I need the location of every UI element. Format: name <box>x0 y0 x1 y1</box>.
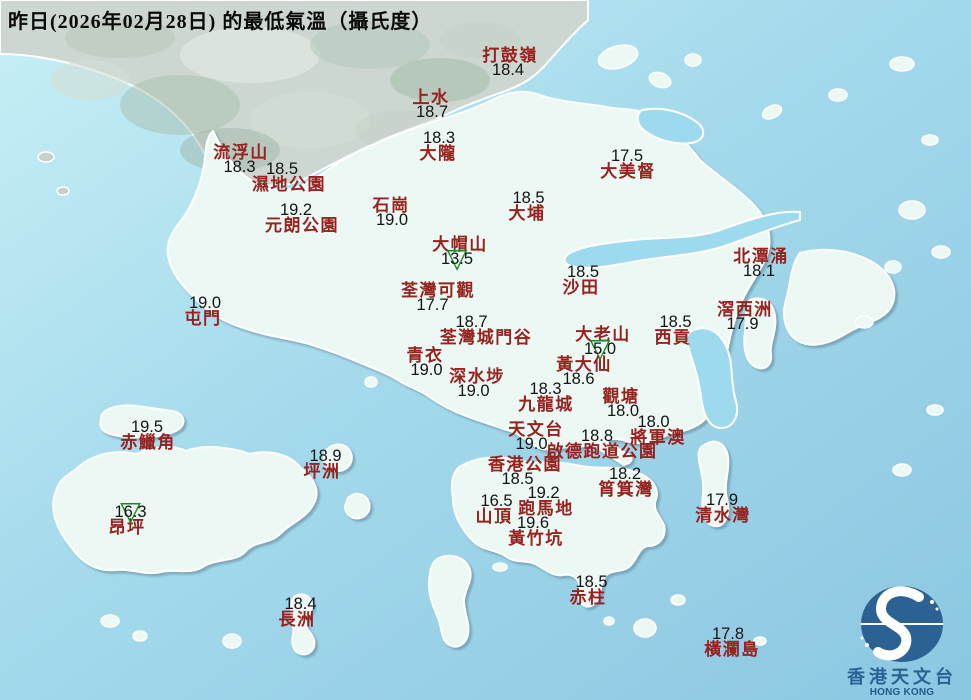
station-value: 17.7 <box>416 296 449 314</box>
station-name: 沙田 <box>562 278 600 297</box>
station-value: 18.8 <box>580 427 614 445</box>
station-value: 19.0 <box>188 294 222 312</box>
station-name: 大美督 <box>600 162 656 181</box>
station-name: 屯門 <box>184 309 222 328</box>
hko-logo-icon <box>860 586 943 662</box>
weather-station: 19.2 跑馬地 <box>518 485 574 517</box>
station-value: 17.8 <box>711 625 745 643</box>
hko-temperature-map: 昨日(2026年02月28日) 的最低氣溫（攝氏度） 打鼓嶺 18.4 上水 18.7… <box>0 0 971 700</box>
station-value: 19.0 <box>457 382 490 400</box>
weather-station: 19.2 元朗公園 <box>265 202 339 235</box>
weather-station: 深水埗 19.0 <box>449 368 505 399</box>
station-value: 18.5 <box>575 573 608 591</box>
weather-station: 18.2 筲箕灣 <box>598 465 654 499</box>
station-name: 啟德跑道公園 <box>546 442 658 461</box>
station-value: 19.2 <box>279 201 313 219</box>
hko-logo-english: HONG KONG OBSERVATORY <box>863 687 940 700</box>
weather-station: 19.5 赤鱲角 <box>120 418 176 452</box>
station-value: ▽ 13.5 <box>440 243 474 275</box>
stations-layer: 打鼓嶺 18.4 上水 18.7 18.3 大隴 17.5 大美督 流浮山 18.3 18.5 濕地公… <box>0 0 971 700</box>
station-name: 清水灣 <box>695 506 751 525</box>
station-name: 大埔 <box>508 204 546 223</box>
weather-station: 17.8 橫瀾島 <box>704 626 760 659</box>
station-value: 18.7 <box>415 103 449 121</box>
weather-station: 大帽山 ▽ 13.5 <box>432 236 488 273</box>
station-name: 坪洲 <box>303 462 341 481</box>
weather-station: 17.5 大美督 <box>600 147 656 181</box>
station-value: ▽ 16.3 <box>114 496 147 528</box>
station-value: 18.1 <box>742 262 776 280</box>
station-name: 濕地公園 <box>252 175 326 194</box>
station-name: 九龍城 <box>518 395 574 414</box>
station-value: 17.9 <box>705 491 739 509</box>
station-value: 18.4 <box>491 61 525 79</box>
weather-station: 青衣 19.0 <box>407 347 444 379</box>
station-value: 18.3 <box>422 129 456 147</box>
weather-station: 18.7 荃灣城門谷 <box>439 314 533 347</box>
station-value: 19.0 <box>375 211 409 229</box>
weather-station: 上水 18.7 <box>413 89 450 121</box>
station-name: 荃灣城門谷 <box>439 328 533 347</box>
station-value: 17.5 <box>610 147 644 165</box>
station-value: 19.0 <box>410 361 443 379</box>
hko-logo: 香港天文台 HONG KONG OBSERVATORY <box>832 582 971 700</box>
station-value: 18.9 <box>309 447 342 465</box>
station-value: 18.7 <box>455 313 488 331</box>
station-value: 19.5 <box>130 418 164 436</box>
station-name: 筲箕灣 <box>598 480 654 499</box>
weather-station: 18.3 大隴 <box>419 129 457 163</box>
weather-station: 18.5 濕地公園 <box>252 161 326 194</box>
weather-station: 19.0 屯門 <box>184 294 222 328</box>
station-name: 元朗公園 <box>265 216 339 235</box>
station-value: 19.6 <box>516 514 550 532</box>
weather-station: 香港公園 18.5 <box>488 456 562 487</box>
station-name: 橫瀾島 <box>704 640 760 659</box>
weather-station: 18.5 西貢 <box>654 313 692 347</box>
weather-station: 18.4 長洲 <box>277 595 317 629</box>
station-value: 18.5 <box>659 313 692 331</box>
station-name: 黃竹坑 <box>508 529 564 548</box>
station-value: 18.2 <box>608 465 642 483</box>
station-value: 18.5 <box>566 263 600 281</box>
weather-station: 18.9 坪洲 <box>302 447 342 481</box>
weather-station: 18.5 赤柱 <box>568 573 608 607</box>
station-value: 18.0 <box>637 413 670 431</box>
weather-station: 滘西洲 17.9 <box>717 301 773 332</box>
weather-station: 19.6 黃竹坑 <box>508 515 564 548</box>
station-value: 18.5 <box>512 189 545 207</box>
station-value: 16.5 <box>480 492 513 510</box>
weather-station: 石崗 19.0 <box>373 197 410 229</box>
station-value: 18.5 <box>265 160 299 178</box>
weather-station: 18.5 沙田 <box>562 263 600 297</box>
station-value: 18.3 <box>529 380 562 398</box>
map-title: 昨日(2026年02月28日) 的最低氣溫（攝氏度） <box>8 11 433 33</box>
weather-station: 荃灣可觀 17.7 <box>401 282 475 313</box>
weather-station: 18.5 大埔 <box>508 189 546 223</box>
weather-station: 17.9 清水灣 <box>695 491 751 525</box>
station-value: 18.4 <box>284 595 317 613</box>
weather-station: 打鼓嶺 18.4 <box>482 47 538 78</box>
hko-logo-chinese: 香港天文台 <box>847 667 957 687</box>
weather-station: 大老山 ▽ 15.0 <box>575 326 631 363</box>
station-name: 赤鱲角 <box>120 433 176 452</box>
weather-station: 18.3 九龍城 <box>518 380 574 414</box>
station-name: 大隴 <box>419 144 457 163</box>
station-value: 19.2 <box>527 484 560 502</box>
station-name: 長洲 <box>278 610 316 629</box>
station-name: 赤柱 <box>569 588 607 607</box>
weather-station: 18.8 啟德跑道公園 <box>546 428 658 461</box>
station-value: 17.9 <box>726 315 759 333</box>
station-name: 西貢 <box>654 328 692 347</box>
weather-station: ▽ 16.3 昂坪 <box>107 496 147 537</box>
weather-station: 北潭涌 18.1 <box>733 248 789 279</box>
